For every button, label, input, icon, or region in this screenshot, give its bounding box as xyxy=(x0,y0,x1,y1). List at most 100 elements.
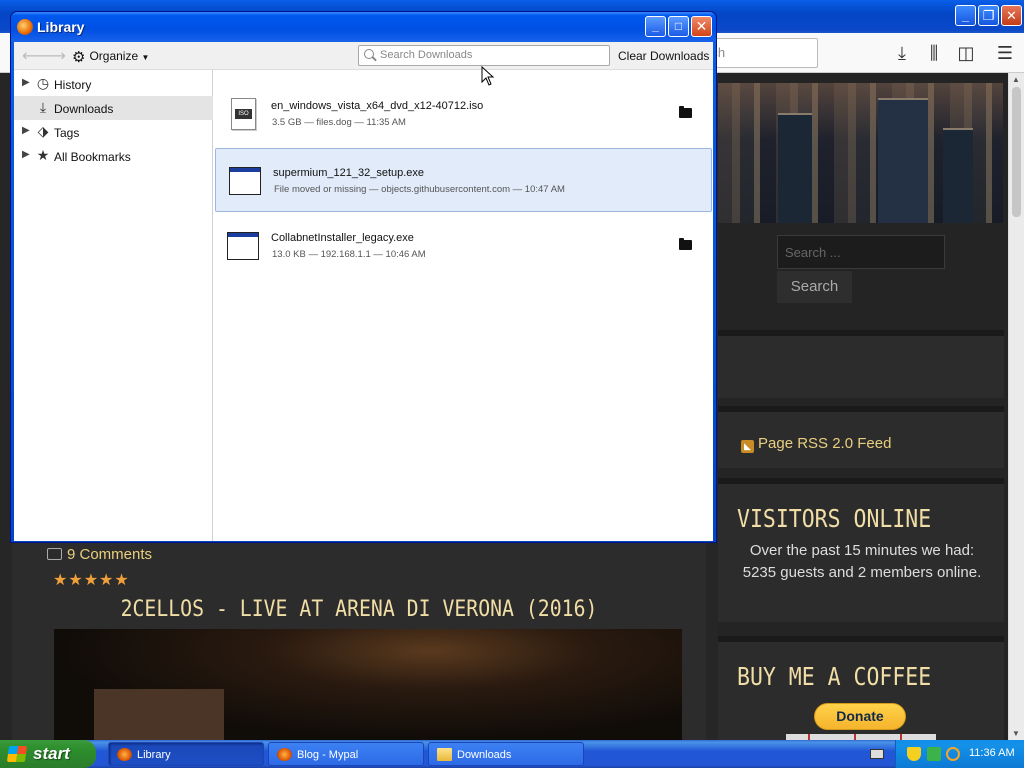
search-downloads-input[interactable]: Search Downloads xyxy=(358,45,610,66)
search-tray-icon[interactable] xyxy=(946,747,960,761)
rss-icon: ◣ xyxy=(741,440,754,453)
iso-file-icon: ISO xyxy=(231,98,256,130)
sidebar-item-label: History xyxy=(54,78,92,92)
video-thumbnail[interactable] xyxy=(54,629,682,740)
expand-arrow-icon[interactable]: ▶ xyxy=(22,77,30,88)
chevron-down-icon: ▼ xyxy=(141,53,150,62)
organize-label: Organize xyxy=(89,49,139,63)
open-folder-icon[interactable] xyxy=(679,106,692,118)
visitors-widget: VISITORS ONLINE Over the past 15 minutes… xyxy=(718,478,1004,622)
library-title: Library xyxy=(37,19,85,35)
coffee-title: BUY ME A COFFEE xyxy=(737,662,932,691)
minimize-button[interactable]: _ xyxy=(955,5,976,26)
clock-icon: ◷ xyxy=(36,75,50,91)
keyboard-icon[interactable] xyxy=(870,749,884,759)
rating-stars[interactable]: ★★★★★ xyxy=(53,570,130,590)
header-city-image xyxy=(718,83,1003,223)
download-icon: ⤓ xyxy=(39,99,47,115)
building xyxy=(878,98,928,223)
coffee-widget: BUY ME A COFFEE Donate xyxy=(718,636,1004,746)
sidebar-item-label: All Bookmarks xyxy=(54,150,131,164)
back-arrow-icon[interactable]: ⟵ xyxy=(22,46,45,66)
firefox-icon xyxy=(117,748,132,761)
star-icon: ★ xyxy=(36,147,50,163)
scrollbar-thumb[interactable] xyxy=(1012,87,1021,217)
task-label: Library xyxy=(137,749,171,761)
visitors-title: VISITORS ONLINE xyxy=(737,504,932,533)
library-body: ⟵ ⟶ ⚙ Organize ▼ Search Downloads Clear D… xyxy=(14,42,713,541)
library-icon[interactable]: ⫼ xyxy=(922,41,946,65)
taskbar: start Library Blog - Mypal Downloads 11:… xyxy=(0,740,1024,768)
task-library[interactable]: Library xyxy=(108,742,264,766)
app-icon xyxy=(17,19,33,35)
organize-menu[interactable]: ⚙ Organize ▼ xyxy=(72,48,149,66)
sidebar-item-label: Downloads xyxy=(54,102,114,116)
comment-icon xyxy=(47,548,62,560)
security-shield-icon[interactable] xyxy=(907,747,921,761)
donate-button[interactable]: Donate xyxy=(814,703,906,730)
sidebar-icon[interactable]: ◫ xyxy=(954,41,978,65)
forward-arrow-icon[interactable]: ⟶ xyxy=(43,46,66,66)
rss-widget: ◣ Page RSS 2.0 Feed xyxy=(718,406,1004,468)
download-icon[interactable]: ⤓ xyxy=(890,41,914,65)
sidebar-search-button[interactable]: Search xyxy=(777,271,852,303)
scroll-down-icon[interactable]: ▼ xyxy=(1012,729,1020,738)
building xyxy=(943,128,973,223)
building xyxy=(778,113,812,223)
browser-icon xyxy=(277,748,292,761)
library-toolbar: ⟵ ⟶ ⚙ Organize ▼ Search Downloads Clear D… xyxy=(14,42,713,70)
download-status: File moved or missing — objects.githubus… xyxy=(274,184,565,195)
close-button[interactable]: ✕ xyxy=(1001,5,1022,26)
download-name: supermium_121_32_setup.exe xyxy=(273,167,425,179)
downloads-list: ISO en_windows_vista_x64_dvd_x12-40712.i… xyxy=(214,70,713,541)
exe-file-icon xyxy=(227,232,259,260)
sidebar-item-history[interactable]: ▶ ◷ History xyxy=(14,72,213,96)
search-downloads-placeholder: Search Downloads xyxy=(380,49,473,61)
download-item[interactable]: CollabnetInstaller_legacy.exe 13.0 KB — … xyxy=(214,214,713,278)
network-icon[interactable] xyxy=(927,747,941,761)
maximize-button[interactable]: □ xyxy=(668,16,689,37)
rss-link[interactable]: ◣ Page RSS 2.0 Feed xyxy=(741,435,891,453)
sidebar-search-placeholder: Search ... xyxy=(785,245,841,260)
windows-logo-icon xyxy=(6,746,28,762)
empty-widget xyxy=(718,330,1004,398)
system-tray: 11:36 AM xyxy=(895,740,1024,768)
expand-arrow-icon[interactable]: ▶ xyxy=(22,149,30,160)
comments-link[interactable]: 9 Comments xyxy=(47,546,152,563)
download-name: CollabnetInstaller_legacy.exe xyxy=(271,232,414,244)
restore-button[interactable]: ❐ xyxy=(978,5,999,26)
library-window: Library _ □ ✕ ⟵ ⟶ ⚙ Organize ▼ Search Dow… xyxy=(10,11,717,543)
rss-label: Page RSS 2.0 Feed xyxy=(758,435,892,452)
clock[interactable]: 11:36 AM xyxy=(969,747,1015,759)
menu-icon[interactable]: ☰ xyxy=(993,41,1017,65)
page-scrollbar[interactable]: ▲ ▼ xyxy=(1008,73,1024,740)
download-status: 3.5 GB — files.dog — 11:35 AM xyxy=(272,117,406,128)
post-title[interactable]: 2CELLOS - LIVE AT ARENA DI VERONA (2016) xyxy=(47,597,672,622)
comments-count: 9 Comments xyxy=(67,546,153,563)
sidebar-item-label: Tags xyxy=(54,126,80,140)
task-blog-mypal[interactable]: Blog - Mypal xyxy=(268,742,424,766)
arena-arch xyxy=(94,689,224,740)
scroll-up-icon[interactable]: ▲ xyxy=(1012,75,1020,84)
start-button[interactable]: start xyxy=(0,740,96,768)
sidebar-item-tags[interactable]: ▶ ⬗ Tags xyxy=(14,120,213,144)
open-folder-icon[interactable] xyxy=(679,238,692,250)
download-item[interactable]: ISO en_windows_vista_x64_dvd_x12-40712.i… xyxy=(214,82,713,146)
exe-file-icon xyxy=(229,167,261,195)
task-downloads[interactable]: Downloads xyxy=(428,742,584,766)
tag-icon: ⬗ xyxy=(37,123,49,139)
task-label: Blog - Mypal xyxy=(297,749,359,761)
sidebar-item-all-bookmarks[interactable]: ▶ ★ All Bookmarks xyxy=(14,144,213,168)
minimize-button[interactable]: _ xyxy=(645,16,666,37)
clear-downloads-button[interactable]: Clear Downloads xyxy=(618,49,709,63)
expand-arrow-icon[interactable]: ▶ xyxy=(22,125,30,136)
sidebar-item-downloads[interactable]: ⤓ Downloads xyxy=(14,96,213,120)
sidebar-search-input[interactable]: Search ... xyxy=(777,235,945,269)
library-sidebar: ▶ ◷ History ⤓ Downloads ▶ ⬗ Tags ▶ ★ All… xyxy=(14,70,213,541)
browser-search-field[interactable]: rch xyxy=(700,38,818,68)
download-item[interactable]: supermium_121_32_setup.exe File moved or… xyxy=(215,148,712,212)
close-button[interactable]: ✕ xyxy=(691,16,712,37)
search-icon xyxy=(364,49,374,59)
library-titlebar[interactable]: Library _ □ ✕ xyxy=(11,12,716,42)
visitors-text: Over the past 15 minutes we had: 5235 gu… xyxy=(742,542,982,581)
